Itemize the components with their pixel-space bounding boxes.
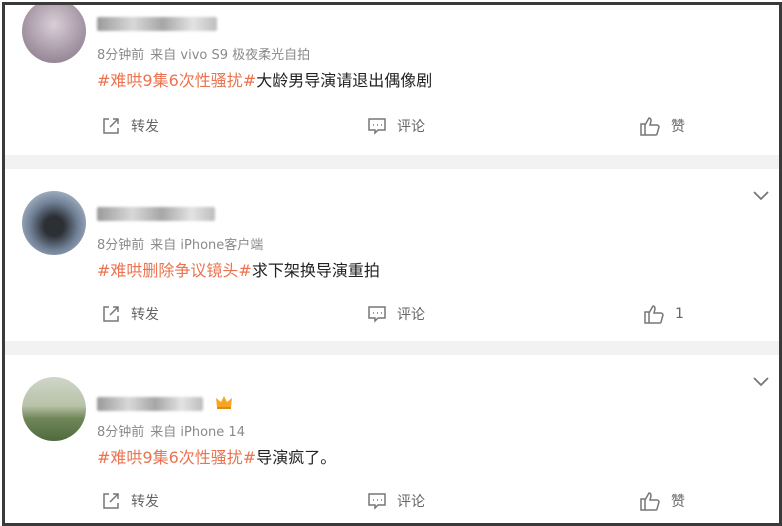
comment-icon xyxy=(368,306,386,323)
share-label: 转发 xyxy=(131,494,159,510)
post-separator xyxy=(5,155,779,169)
like-count: 1 xyxy=(675,306,684,322)
post-time[interactable]: 8分钟前 xyxy=(97,425,144,440)
post-time[interactable]: 8分钟前 xyxy=(97,48,144,63)
post-text: 求下架换导演重拍 xyxy=(251,261,380,280)
avatar[interactable] xyxy=(22,191,86,255)
comment-label: 评论 xyxy=(397,307,425,323)
post-2: 8分钟前 来自 iPhone客户端 #难哄删除争议镜头#求下架换导演重拍 转发 评… xyxy=(5,169,779,341)
like-icon xyxy=(640,117,660,136)
like-icon xyxy=(644,305,664,324)
post-time[interactable]: 8分钟前 xyxy=(97,238,144,253)
share-icon xyxy=(103,306,119,322)
like-icon xyxy=(640,492,660,511)
post-source: 来自 vivo S9 极夜柔光自拍 xyxy=(150,48,311,63)
comment-icon xyxy=(368,493,386,510)
chevron-down-icon[interactable] xyxy=(753,191,769,201)
comment-button[interactable]: 评论 xyxy=(367,491,425,511)
crown-badge-icon[interactable] xyxy=(215,394,233,410)
share-button[interactable]: 转发 xyxy=(101,491,159,511)
comment-button[interactable]: 评论 xyxy=(367,304,425,324)
post-text: 大龄男导演请退出偶像剧 xyxy=(256,71,433,90)
post-meta: 8分钟前 来自 vivo S9 极夜柔光自拍 xyxy=(97,44,310,63)
comment-button[interactable]: 评论 xyxy=(367,116,425,136)
username-blurred[interactable] xyxy=(97,17,217,31)
share-icon xyxy=(103,118,119,134)
comment-label: 评论 xyxy=(397,494,425,510)
share-button[interactable]: 转发 xyxy=(101,116,159,136)
post-1: 8分钟前 来自 vivo S9 极夜柔光自拍 #难哄9集6次性骚扰#大龄男导演请退… xyxy=(5,5,779,155)
share-button[interactable]: 转发 xyxy=(101,304,159,324)
comment-label: 评论 xyxy=(397,119,425,135)
post-3: 8分钟前 来自 iPhone 14 #难哄9集6次性骚扰#导演疯了。 转发 评论 … xyxy=(5,355,779,523)
weibo-comment-feed: 8分钟前 来自 vivo S9 极夜柔光自拍 #难哄9集6次性骚扰#大龄男导演请退… xyxy=(2,2,782,526)
hashtag-link[interactable]: #难哄删除争议镜头# xyxy=(97,261,252,280)
like-label: 赞 xyxy=(671,119,685,135)
share-icon xyxy=(103,493,119,509)
like-button[interactable]: 赞 xyxy=(639,491,685,511)
hashtag-link[interactable]: #难哄9集6次性骚扰# xyxy=(97,448,256,467)
username-blurred[interactable] xyxy=(97,397,203,411)
like-label: 赞 xyxy=(671,494,685,510)
post-content: #难哄9集6次性骚扰#大龄男导演请退出偶像剧 xyxy=(97,67,432,91)
post-source: 来自 iPhone 14 xyxy=(150,425,245,440)
post-meta: 8分钟前 来自 iPhone客户端 xyxy=(97,234,263,253)
hashtag-link[interactable]: #难哄9集6次性骚扰# xyxy=(97,71,256,90)
post-text: 导演疯了。 xyxy=(256,448,337,467)
post-content: #难哄删除争议镜头#求下架换导演重拍 xyxy=(97,257,380,281)
username-blurred[interactable] xyxy=(97,207,215,221)
share-label: 转发 xyxy=(131,119,159,135)
chevron-down-icon[interactable] xyxy=(753,377,769,387)
avatar[interactable] xyxy=(22,5,86,63)
post-separator xyxy=(5,341,779,355)
comment-icon xyxy=(368,118,386,135)
post-source: 来自 iPhone客户端 xyxy=(150,238,264,253)
share-label: 转发 xyxy=(131,307,159,323)
like-button[interactable]: 赞 xyxy=(639,116,685,136)
post-meta: 8分钟前 来自 iPhone 14 xyxy=(97,421,245,440)
like-button[interactable]: 1 xyxy=(643,304,684,324)
post-content: #难哄9集6次性骚扰#导演疯了。 xyxy=(97,444,336,468)
avatar[interactable] xyxy=(22,377,86,441)
